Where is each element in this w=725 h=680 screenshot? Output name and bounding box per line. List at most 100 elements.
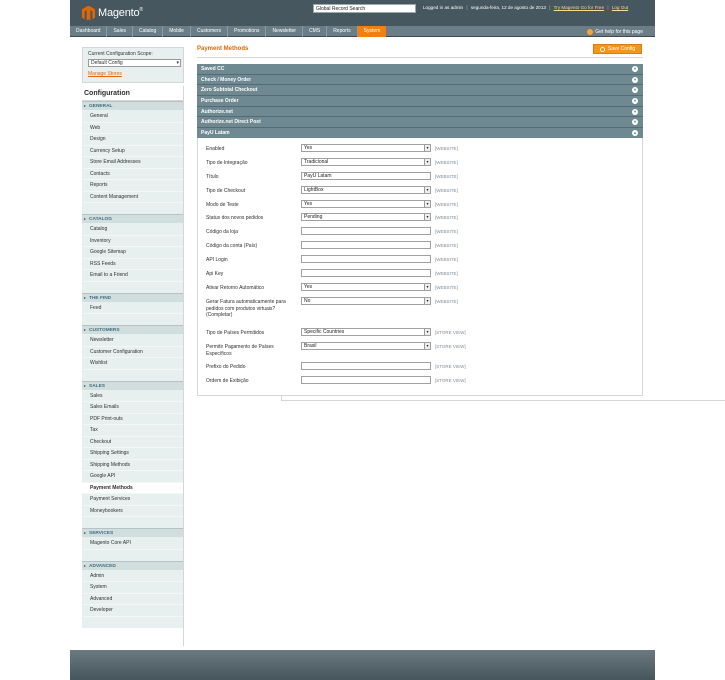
sidebar-item[interactable]: Feed: [82, 303, 183, 314]
sidebar-item[interactable]: Reports: [82, 180, 183, 192]
sidebar-item[interactable]: Magento Core API: [82, 538, 183, 550]
section-header[interactable]: Authorize.net Direct Post ▼: [197, 117, 643, 129]
expand-icon[interactable]: ▼: [632, 87, 638, 94]
field-input[interactable]: PayU Latam: [301, 172, 431, 180]
expand-icon[interactable]: ▼: [632, 66, 638, 72]
logout-link[interactable]: Log Out: [612, 5, 628, 10]
field-label: Ativar Retorno Automático: [206, 285, 265, 291]
sidebar-item[interactable]: PDF Print-outs: [82, 414, 183, 425]
sidebar-item[interactable]: Design: [82, 134, 183, 146]
sidebar-item[interactable]: Admin: [82, 571, 183, 582]
sidebar-item[interactable]: Developer: [82, 605, 183, 617]
sidebar-item[interactable]: Advanced: [82, 594, 183, 605]
sidebar-item[interactable]: Checkout: [82, 437, 183, 448]
section-header[interactable]: Saved CC ▼: [197, 64, 643, 75]
go-free-link[interactable]: Try Magento Go for Free: [554, 5, 604, 10]
sidebar-item[interactable]: Payment Methods: [82, 482, 183, 494]
field-label: Prefixo do Pedido: [206, 364, 246, 370]
field-label: Permitir Pagamento de Países Específicos: [206, 344, 274, 357]
sidebar-item[interactable]: Customer Configuration: [82, 347, 183, 358]
sidebar-group-header[interactable]: ▸ ADVANCED: [82, 560, 183, 570]
group-arrow-icon: ▸: [84, 562, 87, 568]
section-header[interactable]: Check / Money Order ▼: [197, 74, 643, 86]
collapse-icon[interactable]: ▲: [632, 130, 638, 137]
field-select[interactable]: Pending: [301, 213, 431, 221]
expand-icon[interactable]: ▼: [632, 76, 638, 83]
sidebar-group-header[interactable]: ▸ CATALOG: [82, 214, 183, 223]
field-input[interactable]: [301, 269, 431, 277]
sidebar-group-gap: [82, 316, 183, 325]
group-arrow-icon: ▸: [84, 530, 87, 535]
global-search-input[interactable]: Global Record Search: [313, 4, 416, 13]
sidebar-group-header[interactable]: ▸ SALES: [82, 380, 183, 390]
sidebar-group-header[interactable]: ▸ SERVICES: [82, 528, 183, 537]
field-label: Api Key: [206, 271, 224, 277]
field-input[interactable]: [301, 376, 431, 384]
nav-promotions[interactable]: Promotions: [228, 26, 267, 37]
sidebar-item[interactable]: Sales: [82, 391, 183, 402]
nav-system[interactable]: System: [357, 26, 387, 37]
sidebar-item[interactable]: Moneybookers: [82, 506, 183, 517]
title-divider: [197, 57, 643, 58]
sidebar-item[interactable]: Tax: [82, 425, 183, 437]
sidebar-group-header[interactable]: ▸ GENERAL: [82, 101, 183, 110]
scope-select[interactable]: Default Config: [88, 59, 181, 67]
field-select[interactable]: LightBox: [301, 186, 431, 194]
sidebar-item[interactable]: Web: [82, 123, 183, 134]
field-select[interactable]: Tradicional: [301, 158, 431, 166]
sidebar-item[interactable]: Store Email Addresses: [82, 157, 183, 169]
field-input[interactable]: [301, 362, 431, 370]
sidebar-group-body: Catalog Inventory Google Sitemap RSS Feeds E…: [82, 223, 183, 284]
field-input[interactable]: [301, 255, 431, 263]
sidebar-item[interactable]: General: [82, 111, 183, 123]
nav-catalog[interactable]: Catalog: [133, 26, 164, 37]
section-header[interactable]: Purchase Order ▼: [197, 96, 643, 107]
sidebar-item[interactable]: Catalog: [82, 224, 183, 236]
sidebar-group-header[interactable]: ▸ THE FIND: [82, 292, 183, 302]
sidebar-item[interactable]: Currency Setup: [82, 146, 183, 157]
section-header[interactable]: Zero Subtotal Checkout ▼: [197, 85, 643, 97]
field-input[interactable]: [301, 227, 431, 235]
nav-customers[interactable]: Customers: [191, 26, 229, 37]
expand-icon[interactable]: ▼: [632, 98, 638, 105]
field-select[interactable]: Yes: [301, 144, 431, 152]
nav-reports[interactable]: Reports: [327, 26, 358, 37]
sidebar-item[interactable]: Contacts: [82, 169, 183, 180]
field-select[interactable]: Yes: [301, 283, 431, 291]
nav-cms[interactable]: CMS: [303, 26, 328, 37]
sidebar-item[interactable]: Inventory: [82, 236, 183, 247]
expand-icon[interactable]: ▼: [632, 119, 638, 126]
sidebar-item[interactable]: RSS Feeds: [82, 259, 183, 270]
nav-mobile[interactable]: Mobile: [163, 26, 191, 37]
section-header[interactable]: Authorize.net ▼: [197, 106, 643, 118]
manage-stores-link[interactable]: Manage Stores: [88, 71, 178, 77]
sidebar-item[interactable]: Payment Services: [82, 494, 183, 506]
scope-tag: [STORE VIEW]: [435, 378, 466, 383]
nav-sales[interactable]: Sales: [107, 26, 133, 37]
save-config-button[interactable]: Save Config: [593, 44, 642, 54]
sidebar-item[interactable]: Email to a Friend: [82, 270, 183, 282]
field-input[interactable]: [301, 241, 431, 249]
sidebar-item[interactable]: Wishlist: [82, 358, 183, 370]
sidebar-item[interactable]: Shipping Methods: [82, 460, 183, 471]
nav-dashboard[interactable]: Dashboard: [70, 26, 108, 37]
sidebar-group-header[interactable]: ▸ CUSTOMERS: [82, 325, 183, 334]
magento-logo[interactable]: Magento®Admin Panel: [82, 5, 725, 401]
sidebar-item[interactable]: Content Management: [82, 192, 183, 203]
field-select[interactable]: No: [301, 297, 431, 305]
sidebar-item[interactable]: Newsletter: [82, 335, 183, 347]
expand-icon[interactable]: ▼: [632, 108, 638, 115]
sidebar-item[interactable]: Sales Emails: [82, 402, 183, 414]
page-title: Payment Methods: [197, 46, 249, 52]
nav-newsletter[interactable]: Newsletter: [266, 26, 304, 37]
field-select[interactable]: Specific Countries: [301, 328, 431, 336]
sidebar-item[interactable]: Shipping Settings: [82, 448, 183, 460]
field-select[interactable]: Brasil: [301, 342, 431, 350]
sidebar-item[interactable]: System: [82, 582, 183, 594]
sidebar-group-gap: [82, 618, 183, 628]
sidebar-group-body: General Web Design Currency Setup Store Emai…: [82, 110, 183, 205]
help-link[interactable]: Get help for this page: [587, 26, 643, 37]
field-select[interactable]: Yes: [301, 200, 431, 208]
sidebar-item[interactable]: Google API: [82, 471, 183, 483]
sidebar-item[interactable]: Google Sitemap: [82, 247, 183, 259]
